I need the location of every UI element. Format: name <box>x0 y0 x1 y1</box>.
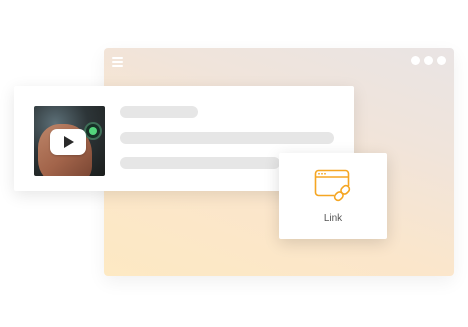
window-dot <box>437 56 446 65</box>
hamburger-menu-icon <box>112 57 123 67</box>
window-controls-icon <box>411 56 446 65</box>
window-dot <box>424 56 433 65</box>
text-placeholder-long <box>120 132 334 144</box>
thumbnail-watch <box>84 122 102 140</box>
window-dot <box>411 56 420 65</box>
video-thumbnail[interactable] <box>34 106 105 176</box>
browser-link-icon <box>314 169 351 202</box>
text-placeholder-medium <box>120 157 280 169</box>
text-placeholder-short <box>120 106 198 118</box>
link-card[interactable]: Link <box>279 153 387 239</box>
play-icon[interactable] <box>50 129 86 155</box>
illustration: Link <box>0 0 468 327</box>
link-label: Link <box>323 213 343 224</box>
